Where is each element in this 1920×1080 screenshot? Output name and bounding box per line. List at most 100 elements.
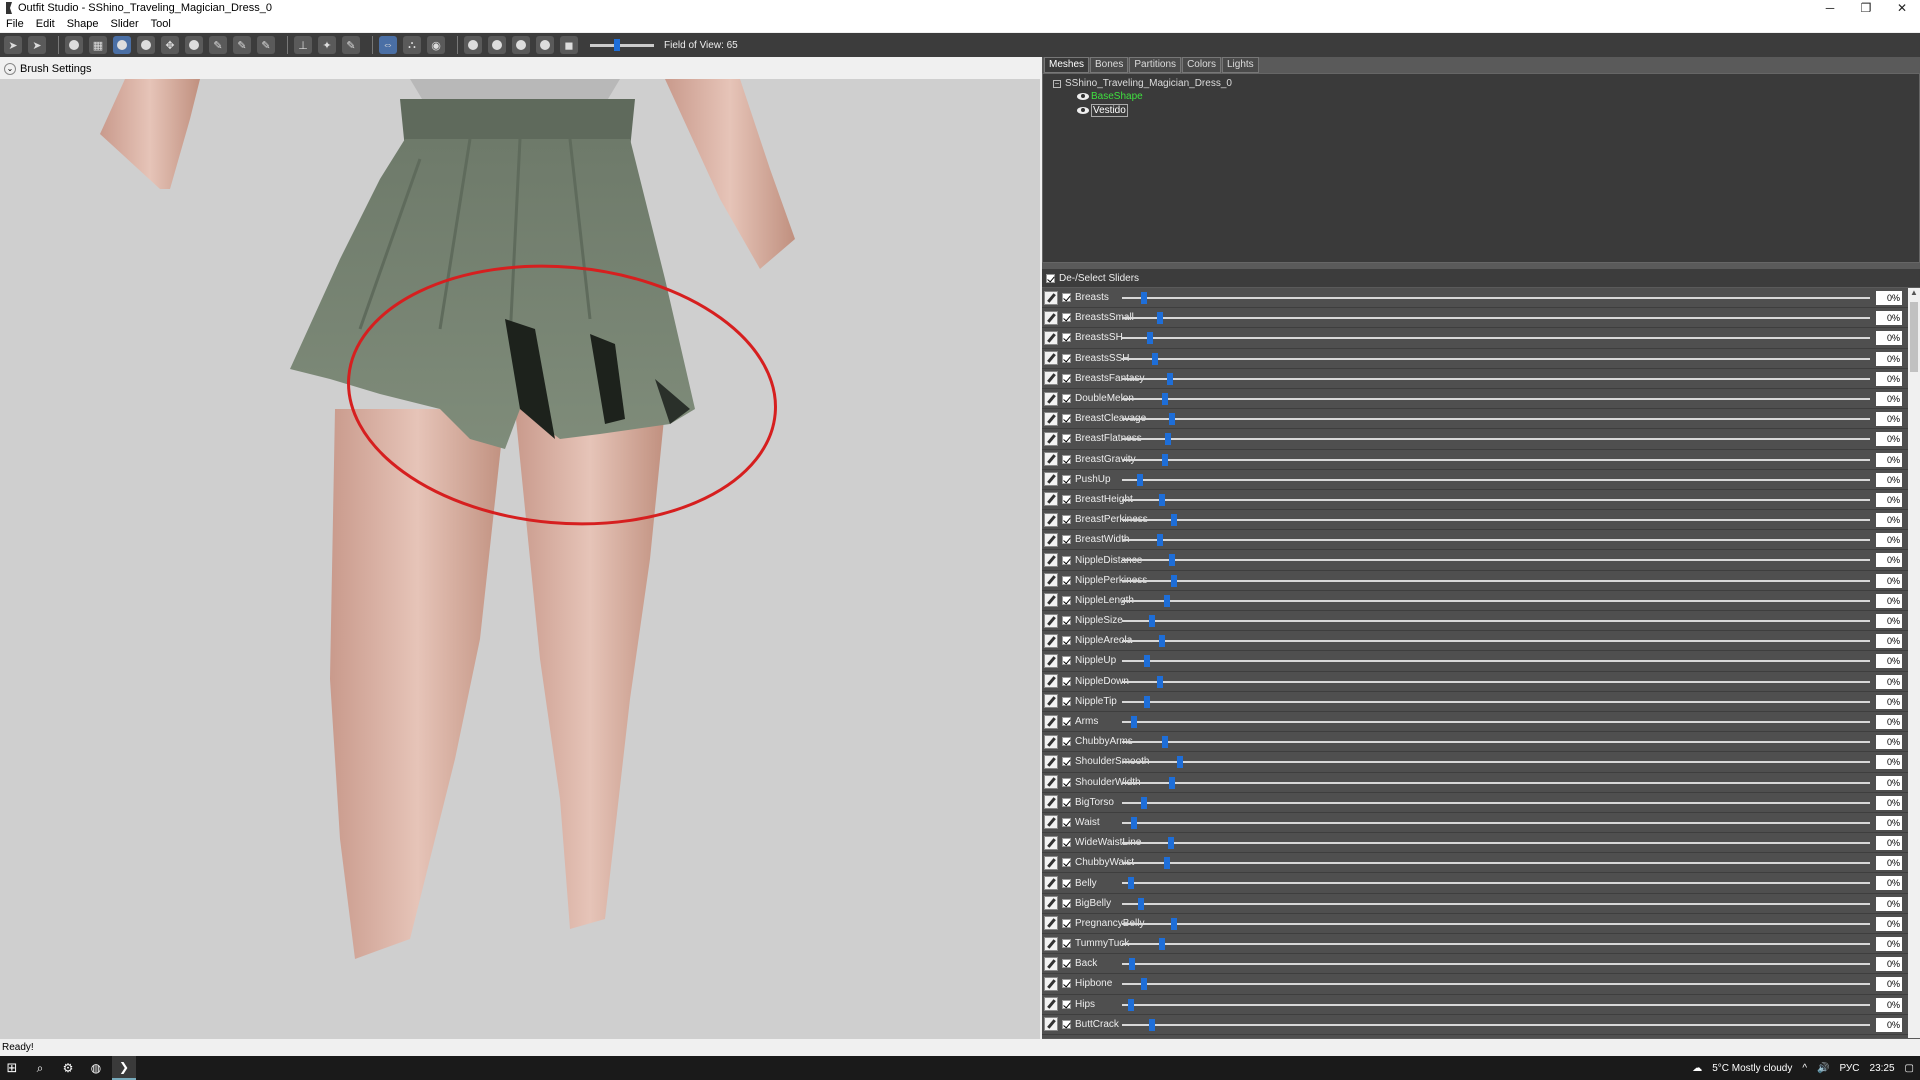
volume-icon[interactable]: 🔊	[1817, 1063, 1829, 1074]
collapse-icon[interactable]: −	[1053, 79, 1061, 88]
slider-track[interactable]	[1122, 594, 1870, 607]
slider-track[interactable]	[1122, 413, 1870, 426]
slider-track[interactable]	[1122, 776, 1870, 789]
slider-track[interactable]	[1122, 292, 1870, 304]
slider-value[interactable]: 0%	[1876, 1017, 1902, 1032]
slider-thumb[interactable]	[1163, 594, 1170, 607]
slider-track[interactable]	[1122, 897, 1870, 910]
slider-thumb[interactable]	[1159, 635, 1166, 648]
slider-value[interactable]: 0%	[1876, 876, 1902, 891]
slider-value[interactable]: 0%	[1876, 533, 1902, 548]
edit-slider-icon[interactable]	[1044, 754, 1058, 769]
slider-value[interactable]: 0%	[1876, 351, 1902, 366]
slider-thumb[interactable]	[1170, 514, 1177, 527]
weather-icon[interactable]: ☁	[1692, 1063, 1702, 1074]
slider-track[interactable]	[1122, 493, 1870, 506]
slider-value[interactable]: 0%	[1876, 614, 1902, 628]
mesh-item-vestido[interactable]: Vestido	[1077, 103, 1909, 117]
smooth-brush-icon[interactable]	[185, 36, 203, 54]
mesh-tree-root[interactable]: − SShino_Traveling_Magician_Dress_0	[1053, 78, 1909, 89]
slider-checkbox[interactable]	[1062, 373, 1071, 383]
slider-thumb[interactable]	[1157, 534, 1164, 547]
slider-thumb[interactable]	[1144, 695, 1151, 708]
slider-track[interactable]	[1122, 675, 1870, 688]
slider-thumb[interactable]	[1170, 917, 1177, 930]
slider-checkbox[interactable]	[1062, 636, 1071, 646]
slider-thumb[interactable]	[1157, 675, 1164, 688]
edit-slider-icon[interactable]	[1044, 976, 1058, 991]
slider-thumb[interactable]	[1147, 332, 1154, 345]
slider-checkbox[interactable]	[1062, 1019, 1071, 1029]
slider-track[interactable]	[1122, 877, 1870, 890]
slider-track[interactable]	[1122, 695, 1870, 708]
clock[interactable]: 23:25	[1870, 1063, 1895, 1074]
edit-slider-icon[interactable]	[1044, 775, 1058, 790]
language-indicator[interactable]: РУС	[1839, 1063, 1859, 1074]
slider-track[interactable]	[1122, 332, 1870, 345]
mesh-item-baseshape[interactable]: BaseShape	[1077, 89, 1909, 103]
slider-track[interactable]	[1122, 453, 1870, 466]
slider-checkbox[interactable]	[1062, 959, 1071, 969]
notifications-icon[interactable]: ▢	[1905, 1063, 1914, 1074]
edit-slider-icon[interactable]	[1044, 674, 1058, 689]
slider-value[interactable]: 0%	[1876, 694, 1902, 709]
edit-slider-icon[interactable]	[1044, 1017, 1058, 1032]
tab-partitions[interactable]: Partitions	[1129, 57, 1182, 73]
slider-thumb[interactable]	[1130, 816, 1137, 829]
slider-value[interactable]: 0%	[1876, 573, 1902, 588]
edit-slider-icon[interactable]	[1044, 492, 1058, 507]
back-view-icon[interactable]	[488, 36, 506, 54]
slider-scrollbar[interactable]: ▲	[1908, 288, 1920, 1038]
slider-value[interactable]: 0%	[1876, 937, 1902, 951]
edit-slider-icon[interactable]	[1044, 573, 1058, 588]
slider-value[interactable]: 0%	[1876, 331, 1902, 346]
slider-track[interactable]	[1122, 978, 1870, 991]
slider-checkbox[interactable]	[1062, 595, 1071, 605]
color-brush-icon[interactable]: ✎	[209, 36, 227, 54]
edit-slider-icon[interactable]	[1044, 653, 1058, 668]
edit-slider-icon[interactable]	[1044, 633, 1058, 648]
edit-slider-icon[interactable]	[1044, 936, 1058, 951]
edit-slider-icon[interactable]	[1044, 835, 1058, 850]
edit-slider-icon[interactable]	[1044, 351, 1058, 366]
slider-checkbox[interactable]	[1062, 474, 1071, 484]
slider-thumb[interactable]	[1138, 897, 1145, 910]
eye-icon[interactable]	[1077, 92, 1089, 100]
edit-slider-icon[interactable]	[1044, 411, 1058, 426]
slider-checkbox[interactable]	[1062, 999, 1071, 1009]
slider-track[interactable]	[1122, 796, 1870, 809]
slider-track[interactable]	[1122, 958, 1870, 971]
menu-slider[interactable]: Slider	[111, 18, 139, 30]
slider-checkbox[interactable]	[1062, 293, 1071, 303]
menu-tool[interactable]: Tool	[151, 18, 171, 30]
slider-checkbox[interactable]	[1062, 414, 1071, 424]
edit-slider-icon[interactable]	[1044, 532, 1058, 547]
slider-thumb[interactable]	[1130, 715, 1137, 728]
slider-track[interactable]	[1122, 312, 1870, 325]
windows-start-icon[interactable]: ⊞	[0, 1056, 24, 1080]
edit-slider-icon[interactable]	[1044, 613, 1058, 628]
slider-value[interactable]: 0%	[1876, 815, 1902, 830]
slider-thumb[interactable]	[1169, 554, 1176, 567]
slider-value[interactable]: 0%	[1876, 795, 1902, 810]
slider-checkbox[interactable]	[1062, 878, 1071, 888]
slider-checkbox[interactable]	[1062, 535, 1071, 545]
slider-track[interactable]	[1122, 736, 1870, 749]
slider-value[interactable]: 0%	[1876, 371, 1902, 386]
slider-value[interactable]: 0%	[1876, 291, 1902, 305]
edit-slider-icon[interactable]	[1044, 815, 1058, 830]
slider-thumb[interactable]	[1144, 655, 1151, 668]
slider-value[interactable]: 0%	[1876, 513, 1902, 528]
slider-track[interactable]	[1122, 534, 1870, 547]
slider-track[interactable]	[1122, 816, 1870, 829]
slider-value[interactable]: 0%	[1876, 997, 1902, 1012]
move-brush-icon[interactable]: ✥	[161, 36, 179, 54]
edit-slider-icon[interactable]	[1044, 593, 1058, 608]
slider-track[interactable]	[1122, 715, 1870, 728]
weather-text[interactable]: 5°C Mostly cloudy	[1712, 1063, 1792, 1074]
slider-thumb[interactable]	[1162, 392, 1169, 405]
slider-track[interactable]	[1122, 655, 1870, 668]
slider-value[interactable]: 0%	[1876, 856, 1902, 871]
slider-thumb[interactable]	[1140, 978, 1147, 991]
right-view-icon[interactable]	[536, 36, 554, 54]
